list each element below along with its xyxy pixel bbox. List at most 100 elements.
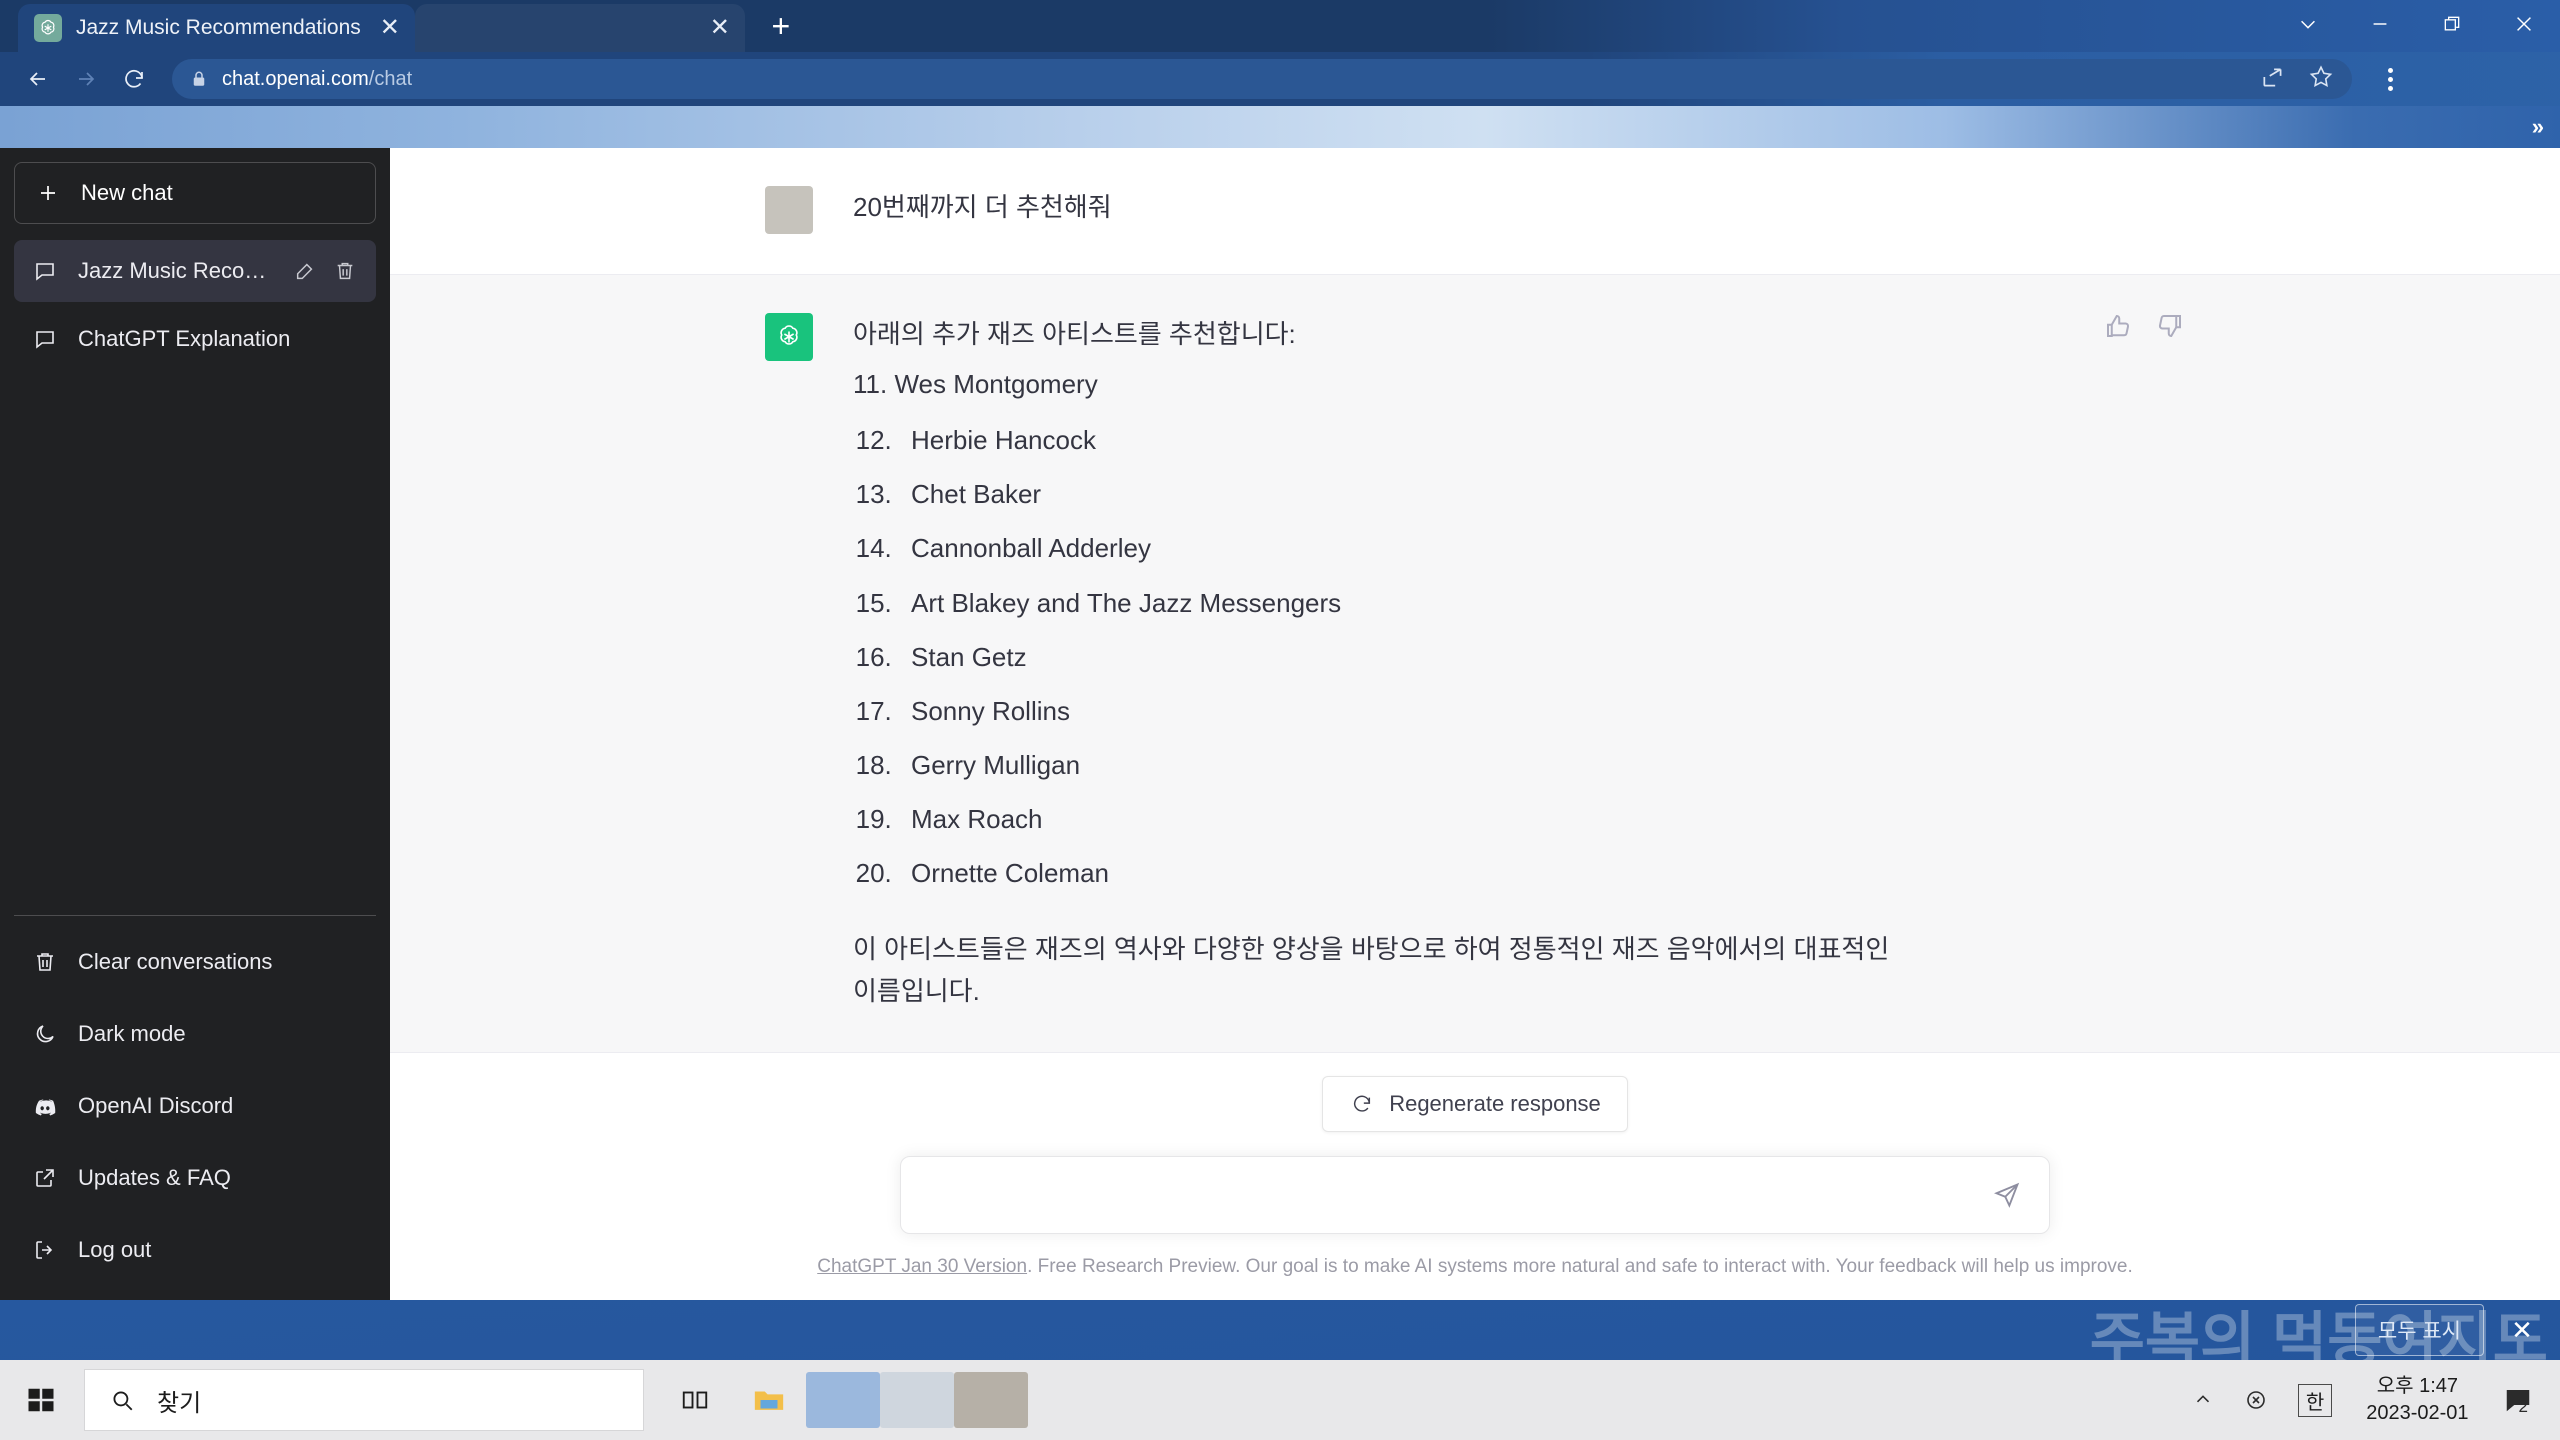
chat-item-jazz-music-recommen[interactable]: Jazz Music Recommen bbox=[14, 240, 376, 302]
taskview-icon[interactable] bbox=[658, 1360, 732, 1440]
chat-item-chatgpt-explanation[interactable]: ChatGPT Explanation bbox=[14, 308, 376, 370]
browser-menu-icon[interactable] bbox=[2368, 57, 2412, 101]
sidebar-item-label: Log out bbox=[78, 1237, 151, 1263]
sidebar-item-clear-conversations[interactable]: Clear conversations bbox=[14, 926, 376, 998]
message-input[interactable] bbox=[923, 1181, 1987, 1209]
show-all-button[interactable]: 모두 표시 bbox=[2355, 1304, 2484, 1356]
delete-trash-icon[interactable] bbox=[332, 258, 358, 284]
sidebar-item-openai-discord[interactable]: OpenAI Discord bbox=[14, 1070, 376, 1142]
address-bar[interactable]: chat.openai.com/chat bbox=[172, 59, 2352, 99]
thumbs-down-icon[interactable] bbox=[2155, 311, 2185, 346]
taskbar-search-text: 찾기 bbox=[157, 1383, 201, 1418]
user-message-text: 20번째까지 더 추천해줘 bbox=[853, 186, 2185, 234]
assistant-closing-text: 이 아티스트들은 재즈의 역사와 다양한 양상을 바탕으로 하여 정통적인 재즈… bbox=[853, 928, 1913, 1012]
assistant-message-body: 아래의 추가 재즈 아티스트를 추천합니다: 11. Wes Montgomer… bbox=[853, 313, 2185, 1012]
share-icon[interactable] bbox=[2260, 64, 2286, 95]
close-icon[interactable] bbox=[2488, 0, 2560, 48]
sidebar-item-label: Dark mode bbox=[78, 1021, 186, 1047]
chat-history-list: Jazz Music Recommen bbox=[14, 240, 376, 915]
artist-list-item: Art Blakey and The Jazz Messengers bbox=[899, 582, 2185, 624]
file-explorer-icon[interactable] bbox=[732, 1360, 806, 1440]
ime-indicator[interactable]: 한 bbox=[2288, 1360, 2342, 1440]
discord-icon bbox=[32, 1093, 58, 1119]
notification-strip: 모두 표시 ✕ bbox=[0, 1300, 2560, 1360]
new-chat-button[interactable]: New chat bbox=[14, 162, 376, 224]
legal-rest: . Free Research Preview. Our goal is to … bbox=[1027, 1256, 2133, 1277]
browser-toolbar: chat.openai.com/chat bbox=[0, 52, 2560, 106]
maximize-icon[interactable] bbox=[2416, 0, 2488, 48]
plus-icon bbox=[35, 180, 61, 206]
message-composer[interactable] bbox=[900, 1156, 2050, 1234]
chat-item-label: ChatGPT Explanation bbox=[78, 326, 358, 352]
regenerate-response-button[interactable]: Regenerate response bbox=[1322, 1076, 1628, 1132]
start-button-icon[interactable] bbox=[6, 1360, 76, 1440]
artist-list-item: Stan Getz bbox=[899, 636, 2185, 678]
bookmarks-bar: » bbox=[0, 106, 2560, 148]
sidebar-item-dark-mode[interactable]: Dark mode bbox=[14, 998, 376, 1070]
browser-window: Jazz Music Recommendations ✕ ✕ + bbox=[0, 0, 2560, 1300]
tab-secondary[interactable]: ✕ bbox=[415, 4, 745, 52]
external-link-icon bbox=[32, 1165, 58, 1191]
bookmarks-overflow-icon[interactable]: » bbox=[2532, 114, 2544, 140]
browser-taskbar-icon[interactable] bbox=[806, 1360, 880, 1440]
tray-expand-icon[interactable] bbox=[2182, 1360, 2224, 1440]
avatar-user bbox=[765, 186, 813, 234]
sidebar-item-label: Clear conversations bbox=[78, 949, 272, 975]
artist-list-item: Herbie Hancock bbox=[899, 419, 2185, 461]
refresh-icon bbox=[1349, 1091, 1375, 1117]
network-disconnected-icon[interactable] bbox=[2234, 1360, 2278, 1440]
url-path: /chat bbox=[369, 68, 412, 90]
clock-time: 오후 1:47 bbox=[2366, 1373, 2468, 1400]
chatgpt-page: New chat Jazz Music Recommen bbox=[0, 148, 2560, 1300]
feedback-actions bbox=[2103, 311, 2185, 346]
moon-icon bbox=[32, 1021, 58, 1047]
trash-icon bbox=[32, 949, 58, 975]
edit-pencil-icon[interactable] bbox=[292, 258, 318, 284]
close-icon[interactable]: ✕ bbox=[705, 13, 735, 43]
taskbar-search-box[interactable]: 찾기 bbox=[84, 1369, 644, 1431]
message-assistant: 아래의 추가 재즈 아티스트를 추천합니다: 11. Wes Montgomer… bbox=[390, 275, 2560, 1053]
url-text: chat.openai.com/chat bbox=[222, 68, 412, 91]
notification-close-icon[interactable]: ✕ bbox=[2502, 1315, 2542, 1346]
lock-icon bbox=[190, 70, 208, 88]
tab-title: Jazz Music Recommendations bbox=[76, 16, 361, 40]
legal-disclaimer: ChatGPT Jan 30 Version. Free Research Pr… bbox=[817, 1256, 2133, 1278]
tab-jazz-music-recommendations[interactable]: Jazz Music Recommendations ✕ bbox=[18, 4, 415, 52]
taskbar: 찾기 한 오후 1:47 2023-02- bbox=[0, 1360, 2560, 1440]
app-taskbar-icon-1[interactable] bbox=[880, 1360, 954, 1440]
thumbs-up-icon[interactable] bbox=[2103, 311, 2133, 346]
chevron-down-icon[interactable] bbox=[2272, 0, 2344, 48]
artist-list-item: Ornette Coleman bbox=[899, 852, 2185, 894]
regenerate-label: Regenerate response bbox=[1389, 1091, 1601, 1117]
reload-icon[interactable] bbox=[112, 57, 156, 101]
composer-area: Regenerate response ChatGPT Jan 30 Versi… bbox=[390, 1076, 2560, 1300]
action-center-icon[interactable]: 2 bbox=[2493, 1360, 2538, 1440]
taskbar-clock[interactable]: 오후 1:47 2023-02-01 bbox=[2352, 1373, 2482, 1427]
back-icon[interactable] bbox=[16, 57, 60, 101]
forward-icon[interactable] bbox=[64, 57, 108, 101]
message-thread: 20번째까지 더 추천해줘 아래의 추가 재즈 아티스트를 추천합니다: bbox=[390, 148, 2560, 1076]
close-icon[interactable]: ✕ bbox=[375, 13, 405, 43]
sidebar-item-log-out[interactable]: Log out bbox=[14, 1214, 376, 1286]
bookmark-star-icon[interactable] bbox=[2308, 64, 2334, 95]
send-icon[interactable] bbox=[1987, 1175, 2027, 1215]
new-chat-label: New chat bbox=[81, 180, 173, 206]
chat-item-actions bbox=[292, 258, 358, 284]
avatar-assistant bbox=[765, 313, 813, 361]
artist-list-item: Chet Baker bbox=[899, 473, 2185, 515]
new-tab-button[interactable]: + bbox=[757, 2, 805, 50]
minimize-icon[interactable] bbox=[2344, 0, 2416, 48]
sidebar-nav: Clear conversations Dark mode bbox=[14, 915, 376, 1286]
tab-strip: Jazz Music Recommendations ✕ ✕ + bbox=[0, 0, 2560, 52]
window-controls bbox=[2272, 0, 2560, 48]
sidebar-item-label: OpenAI Discord bbox=[78, 1093, 233, 1119]
system-tray: 한 오후 1:47 2023-02-01 2 bbox=[2182, 1360, 2554, 1440]
app-taskbar-icon-2[interactable] bbox=[954, 1360, 1028, 1440]
artist-list-item: Gerry Mulligan bbox=[899, 744, 2185, 786]
version-link[interactable]: ChatGPT Jan 30 Version bbox=[817, 1256, 1027, 1277]
logout-icon bbox=[32, 1237, 58, 1263]
sidebar-item-updates-faq[interactable]: Updates & FAQ bbox=[14, 1142, 376, 1214]
assistant-first-item: 11. Wes Montgomery bbox=[853, 363, 2185, 405]
message-icon bbox=[32, 258, 58, 284]
message-icon bbox=[32, 326, 58, 352]
